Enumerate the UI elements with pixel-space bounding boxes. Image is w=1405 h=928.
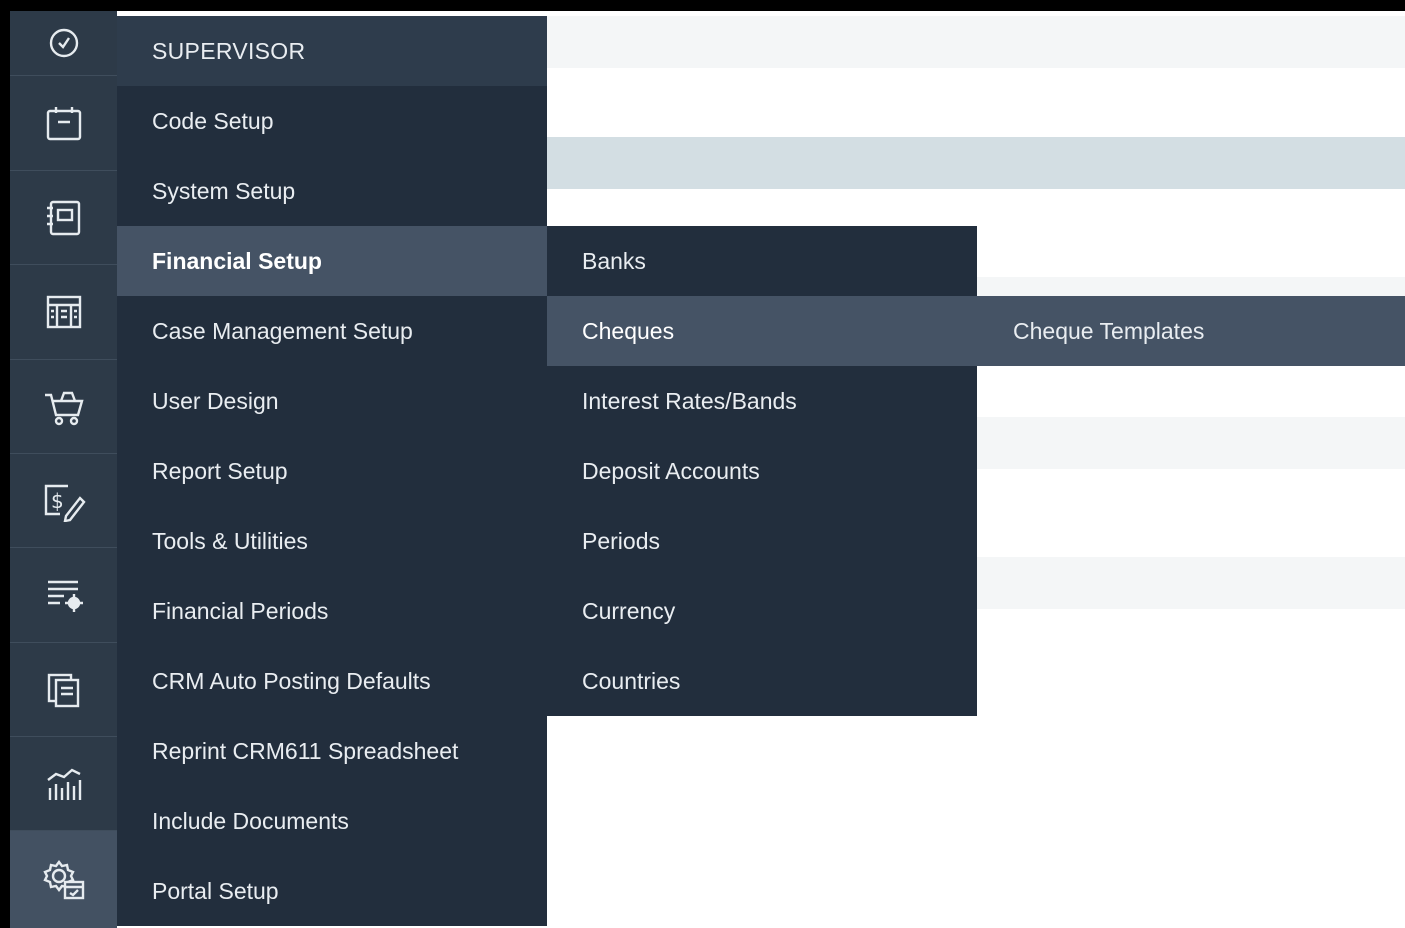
rail-item-billing[interactable]: $ <box>10 454 117 548</box>
chart-icon <box>44 764 84 804</box>
rail-item-cart[interactable] <box>10 360 117 454</box>
rail-item-calendar[interactable] <box>10 76 117 171</box>
cheques-submenu: Cheque Templates <box>977 296 1405 366</box>
menu-item-case-management-setup[interactable]: Case Management Setup <box>117 296 547 366</box>
dollar-edit-icon: $ <box>42 480 86 522</box>
rail-item-reports[interactable] <box>10 737 117 831</box>
menu-item-include-documents[interactable]: Include Documents <box>117 786 547 856</box>
list-settings-icon <box>44 575 84 615</box>
rail-item-building[interactable] <box>10 265 117 360</box>
menu-item-crm-auto-posting-defaults[interactable]: CRM Auto Posting Defaults <box>117 646 547 716</box>
rail-item-documents[interactable] <box>10 643 117 737</box>
financial-setup-submenu: Banks Cheques Interest Rates/Bands Depos… <box>547 226 977 716</box>
documents-icon <box>44 670 84 710</box>
submenu-item-cheques[interactable]: Cheques <box>547 296 977 366</box>
cart-icon <box>43 387 85 427</box>
supervisor-menu: SUPERVISOR Code Setup System Setup Finan… <box>117 16 547 926</box>
submenu-item-banks[interactable]: Banks <box>547 226 977 296</box>
menu-item-user-design[interactable]: User Design <box>117 366 547 436</box>
icon-sidebar: $ <box>10 11 117 928</box>
menu-header: SUPERVISOR <box>117 16 547 86</box>
app-window: $ SUPERVISOR Code Setup System Setup Fin… <box>10 11 1405 928</box>
calendar-icon <box>44 103 84 143</box>
settings-calendar-icon <box>41 858 87 902</box>
menu-item-reprint-crm611-spreadsheet[interactable]: Reprint CRM611 Spreadsheet <box>117 716 547 786</box>
notebook-icon <box>44 198 84 238</box>
rail-item-notebook[interactable] <box>10 171 117 265</box>
building-icon <box>44 292 84 332</box>
rail-item-list-settings[interactable] <box>10 548 117 643</box>
menu-item-portal-setup[interactable]: Portal Setup <box>117 856 547 926</box>
submenu-item-periods[interactable]: Periods <box>547 506 977 576</box>
menu-item-code-setup[interactable]: Code Setup <box>117 86 547 156</box>
submenu-item-currency[interactable]: Currency <box>547 576 977 646</box>
submenu-item-deposit-accounts[interactable]: Deposit Accounts <box>547 436 977 506</box>
clock-icon <box>47 26 81 60</box>
submenu-item-cheque-templates[interactable]: Cheque Templates <box>977 296 1405 366</box>
submenu-item-countries[interactable]: Countries <box>547 646 977 716</box>
rail-item-supervisor[interactable] <box>10 831 117 928</box>
menu-item-system-setup[interactable]: System Setup <box>117 156 547 226</box>
menu-item-financial-periods[interactable]: Financial Periods <box>117 576 547 646</box>
menu-item-report-setup[interactable]: Report Setup <box>117 436 547 506</box>
menu-item-financial-setup[interactable]: Financial Setup <box>117 226 547 296</box>
menu-item-tools-utilities[interactable]: Tools & Utilities <box>117 506 547 576</box>
rail-item-dashboard[interactable] <box>10 11 117 76</box>
submenu-item-interest-rates-bands[interactable]: Interest Rates/Bands <box>547 366 977 436</box>
svg-text:$: $ <box>51 489 64 513</box>
